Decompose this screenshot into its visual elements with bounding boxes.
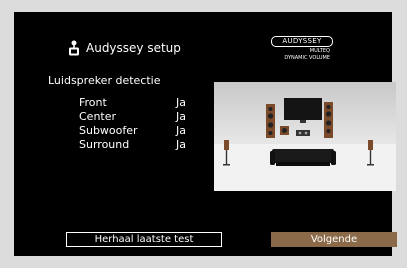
- subwoofer-icon: [280, 126, 289, 135]
- tv-icon: [284, 98, 322, 123]
- speaker-status: Ja: [176, 96, 186, 109]
- repeat-last-test-button[interactable]: Herhaal laatste test: [66, 232, 222, 247]
- speaker-status: Ja: [176, 110, 186, 123]
- page-title: Audyssey setup: [86, 41, 181, 55]
- speaker-row-center: Center Ja: [79, 110, 209, 124]
- next-button[interactable]: Volgende: [271, 232, 397, 247]
- logo-brand: AUDYSSEY: [271, 36, 333, 47]
- audyssey-logo: AUDYSSEY MULTEQ DYNAMIC VOLUME: [270, 36, 334, 61]
- microphone-icon: [68, 40, 80, 56]
- speaker-row-surround: Surround Ja: [79, 138, 209, 152]
- speaker-status: Ja: [176, 124, 186, 137]
- speaker-status: Ja: [176, 138, 186, 151]
- speaker-layout-illustration: [214, 82, 396, 191]
- speaker-list: Front Ja Center Ja Subwoofer Ja Surround…: [79, 96, 209, 152]
- speaker-row-subwoofer: Subwoofer Ja: [79, 124, 209, 138]
- logo-line1: MULTEQ: [309, 48, 330, 54]
- section-title: Luidspreker detectie: [48, 74, 161, 87]
- speaker-name: Surround: [79, 138, 130, 151]
- speaker-name: Center: [79, 110, 117, 123]
- front-right-speaker-icon: [324, 102, 333, 138]
- speaker-name: Front: [79, 96, 107, 109]
- sofa-icon: [270, 149, 336, 166]
- speaker-row-front: Front Ja: [79, 96, 209, 110]
- speaker-name: Subwoofer: [79, 124, 138, 137]
- logo-line2: DYNAMIC VOLUME: [284, 55, 330, 61]
- front-left-speaker-icon: [266, 104, 275, 138]
- center-speaker-icon: [296, 130, 310, 136]
